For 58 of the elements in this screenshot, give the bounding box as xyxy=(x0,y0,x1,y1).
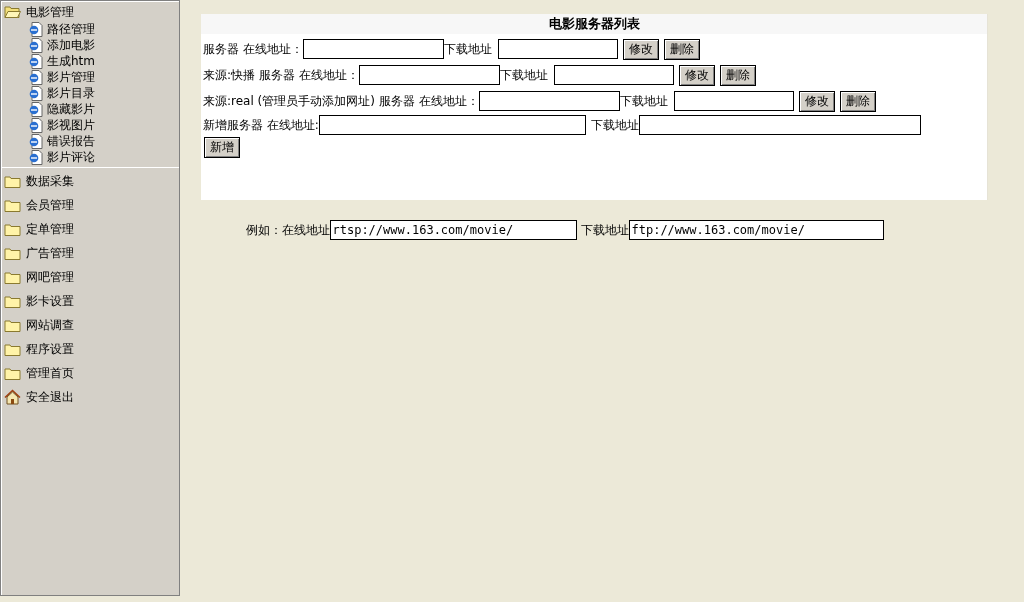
sidebar-subitem[interactable]: 影片目录 xyxy=(47,84,95,102)
document-icon xyxy=(28,117,43,133)
download-address-field[interactable] xyxy=(673,91,794,111)
field-label: 来源:快播 服务器 在线地址： xyxy=(203,66,359,84)
sidebar-subitem[interactable]: 影片评论 xyxy=(47,148,95,166)
edit-button[interactable]: 修改 xyxy=(622,38,659,60)
sidebar-item[interactable]: 数据采集 xyxy=(26,172,74,190)
sidebar-item[interactable]: 广告管理 xyxy=(26,244,74,262)
sidebar-subitem[interactable]: 路径管理 xyxy=(47,20,95,38)
example-label: 例如：在线地址 xyxy=(245,221,330,239)
document-icon xyxy=(28,69,43,85)
example-online-field[interactable]: rtsp://www.163.com/movie/ xyxy=(329,220,577,240)
sidebar-item[interactable]: 网站调查 xyxy=(26,316,74,334)
delete-button[interactable]: 删除 xyxy=(719,64,756,86)
field-label: 下载地址 xyxy=(443,40,492,58)
sidebar-subitem[interactable]: 生成htm xyxy=(47,52,95,70)
document-icon xyxy=(28,53,43,69)
document-icon xyxy=(28,21,43,37)
online-address-field[interactable] xyxy=(478,91,620,111)
sidebar-item[interactable]: 管理首页 xyxy=(26,364,74,382)
field-label: 下载地址 xyxy=(580,221,629,239)
sidebar-subitem[interactable]: 错误报告 xyxy=(47,132,95,150)
add-button[interactable]: 新增 xyxy=(204,136,240,158)
sidebar-item[interactable]: 定单管理 xyxy=(26,220,74,238)
online-address-field[interactable] xyxy=(358,65,500,85)
field-label: 来源:real (管理员手动添加网址) 服务器 在线地址： xyxy=(203,92,479,110)
sidebar-item[interactable]: 影卡设置 xyxy=(26,292,74,310)
sidebar-subitem[interactable]: 影片管理 xyxy=(47,68,95,86)
field-label: 下载地址 xyxy=(590,116,639,134)
sidebar-subitem[interactable]: 隐藏影片 xyxy=(47,100,95,118)
download-address-field[interactable] xyxy=(497,39,618,59)
document-icon xyxy=(28,133,43,149)
sidebar-item[interactable]: 安全退出 xyxy=(26,388,74,406)
sidebar-subitem[interactable]: 影视图片 xyxy=(47,116,95,134)
field-label: 下载地址 xyxy=(499,66,548,84)
sidebar-item[interactable]: 电影管理 xyxy=(26,3,74,21)
field-label: 下载地址 xyxy=(619,92,668,110)
field-label: 新增服务器 在线地址: xyxy=(203,116,319,134)
document-icon xyxy=(28,85,43,101)
online-address-field[interactable] xyxy=(302,39,444,59)
sidebar-item[interactable]: 程序设置 xyxy=(26,340,74,358)
sidebar-item[interactable]: 网吧管理 xyxy=(26,268,74,286)
sidebar-subitem[interactable]: 添加电影 xyxy=(47,36,95,54)
document-icon xyxy=(28,101,43,117)
field-label: 服务器 在线地址： xyxy=(203,40,303,58)
document-icon xyxy=(28,37,43,53)
download-address-field[interactable] xyxy=(553,65,674,85)
online-address-field[interactable] xyxy=(318,115,586,135)
delete-button[interactable]: 删除 xyxy=(663,38,700,60)
sidebar-item[interactable]: 会员管理 xyxy=(26,196,74,214)
example-download-field[interactable]: ftp://www.163.com/movie/ xyxy=(628,220,884,240)
house-icon xyxy=(4,389,21,405)
download-address-field[interactable] xyxy=(638,115,921,135)
document-icon xyxy=(28,149,43,165)
delete-button[interactable]: 删除 xyxy=(839,90,876,112)
edit-button[interactable]: 修改 xyxy=(798,90,835,112)
edit-button[interactable]: 修改 xyxy=(678,64,715,86)
panel-title: 电影服务器列表 xyxy=(201,14,987,34)
